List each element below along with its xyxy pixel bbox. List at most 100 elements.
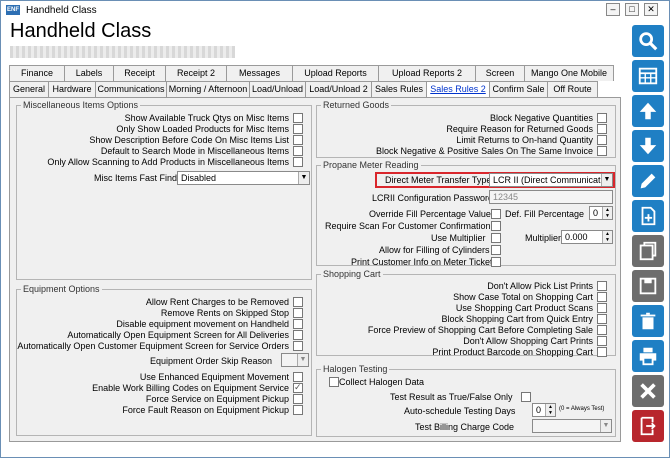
checkbox[interactable] [597, 335, 607, 346]
tab-screen[interactable]: Screen [475, 65, 525, 81]
tab-finance[interactable]: Finance [9, 65, 65, 81]
checkbox[interactable] [597, 280, 607, 291]
true-false-checkbox[interactable] [521, 392, 531, 402]
auto-schedule-stepper[interactable]: 0 ▲ ▼ [532, 403, 556, 417]
returned-option-row: Block Negative Quantities [490, 112, 607, 123]
tab-upload-reports[interactable]: Upload Reports [292, 65, 379, 81]
tab-communications[interactable]: Communications [95, 81, 167, 97]
checkbox[interactable] [293, 329, 303, 340]
checkbox-checked[interactable] [293, 382, 303, 393]
tab-upload-reports-2[interactable]: Upload Reports 2 [378, 65, 476, 81]
checkbox[interactable] [293, 123, 303, 134]
exit-button[interactable] [632, 410, 664, 442]
tab-sales-rules[interactable]: Sales Rules [371, 81, 427, 97]
checkbox[interactable] [597, 302, 607, 313]
lcr-password-input[interactable]: 12345 [489, 190, 613, 204]
collect-halogen-checkbox[interactable] [329, 377, 339, 387]
checkbox[interactable] [597, 291, 607, 302]
equipment-option-row: Force Fault Reason on Equipment Pickup [122, 404, 303, 415]
use-multiplier-checkbox[interactable] [491, 233, 501, 243]
billing-code-select[interactable]: ▼ [532, 419, 612, 433]
use-multiplier-label: Use Multiplier [431, 233, 486, 243]
tab-sales-rules-2[interactable]: Sales Rules 2 [426, 81, 490, 98]
copy-button[interactable] [632, 235, 664, 267]
def-fill-stepper[interactable]: 0 ▲ ▼ [589, 206, 613, 220]
checkbox[interactable] [597, 346, 607, 357]
tab-general[interactable]: General [9, 81, 49, 97]
tab-labels[interactable]: Labels [64, 65, 114, 81]
require-scan-label: Require Scan For Customer Confirmation [325, 221, 491, 231]
search-icon [639, 32, 658, 51]
skip-reason-select[interactable]: ▼ [281, 353, 309, 367]
tab-load-unload-2[interactable]: Load/Unload 2 [305, 81, 372, 97]
override-fill-checkbox[interactable] [491, 209, 501, 219]
arrow-down-icon [639, 137, 657, 155]
checkbox[interactable] [597, 123, 607, 134]
collect-halogen-label: Collect Halogen Data [339, 377, 425, 387]
auto-schedule-label: Auto-schedule Testing Days [404, 406, 516, 416]
checkbox[interactable] [293, 404, 303, 415]
tab-load-unload[interactable]: Load/Unload [249, 81, 306, 97]
maximize-button[interactable]: □ [625, 3, 639, 16]
misc-option-row: Show Available Truck Qtys on Misc Items [125, 112, 303, 123]
grid-button[interactable] [632, 60, 664, 92]
require-scan-checkbox[interactable] [491, 221, 501, 231]
checkbox[interactable] [293, 156, 303, 167]
checkbox[interactable] [597, 145, 607, 156]
minimize-button[interactable]: – [606, 3, 620, 16]
shopping-cart-group: Shopping Cart Don't Allow Pick List Prin… [316, 269, 616, 357]
edit-button[interactable] [632, 165, 664, 197]
group-title: Returned Goods [321, 100, 392, 110]
group-title: Propane Meter Reading [321, 160, 421, 170]
tab-receipt-2[interactable]: Receipt 2 [165, 65, 227, 81]
checkbox[interactable] [597, 324, 607, 335]
tab-confirm-sale[interactable]: Confirm Sale [489, 81, 548, 97]
window-title: Handheld Class [26, 4, 97, 16]
auto-schedule-note: (0 = Always Test) [559, 406, 605, 412]
move-up-button[interactable] [632, 95, 664, 127]
tab-receipt[interactable]: Receipt [113, 65, 166, 81]
print-customer-checkbox[interactable] [491, 257, 501, 267]
allow-filling-checkbox[interactable] [491, 245, 501, 255]
tab-hardware[interactable]: Hardware [48, 81, 96, 97]
multiplier-stepper[interactable]: 0.000 ▲ ▼ [561, 230, 613, 244]
misc-option-row: Default to Search Mode in Miscellaneous … [101, 145, 303, 156]
checkbox[interactable] [293, 393, 303, 404]
print-icon [639, 347, 657, 366]
checkbox[interactable] [293, 307, 303, 318]
allow-filling-label: Allow for Filling of Cylinders [379, 245, 490, 255]
transfer-type-select[interactable]: LCR II (Direct Communicatio ▼ [489, 173, 613, 187]
search-button[interactable] [632, 25, 664, 57]
checkbox[interactable] [293, 318, 303, 329]
tab-off-route[interactable]: Off Route [547, 81, 598, 97]
checkbox[interactable] [597, 112, 607, 123]
new-button[interactable] [632, 200, 664, 232]
tab-morning-afternoon[interactable]: Morning / Afternoon [166, 81, 250, 97]
close-button[interactable]: ✕ [644, 3, 658, 16]
checkbox[interactable] [293, 145, 303, 156]
record-description-field[interactable] [10, 46, 235, 58]
tab-mango-one-mobile[interactable]: Mango One Mobile [524, 65, 614, 81]
spinner-icon[interactable]: ▲ ▼ [602, 207, 612, 219]
checkbox[interactable] [293, 296, 303, 307]
chevron-down-icon: ▼ [601, 174, 612, 186]
group-title: Miscellaneous Items Options [21, 100, 141, 110]
spinner-icon[interactable]: ▲ ▼ [602, 231, 612, 243]
delete-button[interactable] [632, 305, 664, 337]
checkbox[interactable] [597, 134, 607, 145]
checkbox[interactable] [293, 112, 303, 123]
checkbox[interactable] [597, 313, 607, 324]
print-button[interactable] [632, 340, 664, 372]
checkbox[interactable] [293, 371, 303, 382]
halogen-testing-group: Halogen Testing Collect Halogen Data Tes… [316, 364, 616, 437]
checkbox[interactable] [293, 340, 303, 351]
save-button[interactable] [632, 270, 664, 302]
tab-messages[interactable]: Messages [226, 65, 293, 81]
fast-find-select[interactable]: Disabled ▼ [177, 171, 310, 185]
cancel-button[interactable] [632, 375, 664, 407]
checkbox[interactable] [293, 134, 303, 145]
move-down-button[interactable] [632, 130, 664, 162]
spinner-icon[interactable]: ▲ ▼ [545, 404, 555, 416]
cart-option-row: Show Case Total on Shopping Cart [453, 291, 607, 302]
misc-items-group: Miscellaneous Items Options Show Availab… [16, 100, 312, 280]
